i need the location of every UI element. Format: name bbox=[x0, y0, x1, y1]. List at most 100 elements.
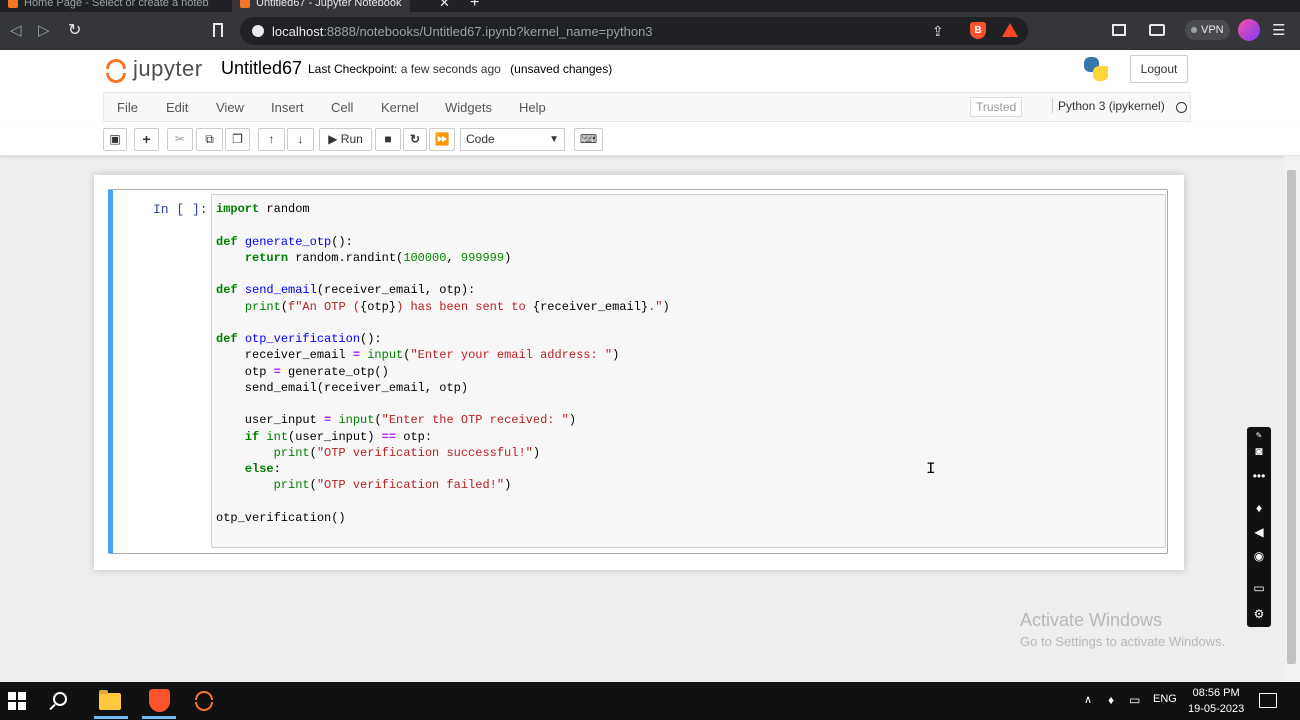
webcam-icon[interactable]: ◉ bbox=[1251, 549, 1267, 563]
brave-shields-icon[interactable]: B bbox=[970, 22, 986, 39]
cell-type-select[interactable]: Code ▼ bbox=[460, 128, 565, 151]
search-icon[interactable] bbox=[53, 692, 67, 706]
jupyter-taskbar-icon[interactable] bbox=[193, 689, 215, 713]
logout-button[interactable]: Logout bbox=[1130, 55, 1188, 83]
jupyter-logo-text[interactable]: jupyter bbox=[133, 56, 203, 82]
speaker-icon[interactable]: ◀ bbox=[1251, 525, 1267, 539]
active-app-indicator bbox=[94, 716, 128, 719]
menu-insert[interactable]: Insert bbox=[271, 100, 304, 115]
menu-edit[interactable]: Edit bbox=[166, 100, 188, 115]
vpn-label: VPN bbox=[1201, 24, 1224, 36]
camera-icon[interactable]: ◙ bbox=[1251, 444, 1267, 458]
menu-file[interactable]: File bbox=[117, 100, 138, 115]
site-info-icon[interactable] bbox=[252, 25, 264, 37]
code-line: send_email(receiver_email, otp) bbox=[216, 380, 469, 395]
trusted-indicator[interactable]: Trusted bbox=[970, 97, 1023, 117]
code-line: print("OTP verification failed!") bbox=[273, 478, 512, 493]
browser-toolbar: ◁ ▷ ↻ localhost:8888/notebooks/Untitled6… bbox=[0, 12, 1300, 50]
code-line: user_input = input("Enter the OTP receiv… bbox=[216, 413, 577, 428]
microphone-tray-icon[interactable]: ♦ bbox=[1108, 693, 1114, 707]
reload-icon[interactable]: ↻ bbox=[68, 22, 81, 40]
activate-windows-watermark: Activate Windows Go to Settings to activ… bbox=[1020, 610, 1225, 649]
brave-rewards-icon[interactable] bbox=[1002, 23, 1018, 37]
address-bar[interactable]: localhost:8888/notebooks/Untitled67.ipyn… bbox=[240, 17, 1028, 45]
language-indicator[interactable]: ENG bbox=[1153, 693, 1177, 705]
move-down-icon[interactable]: ↓ bbox=[287, 128, 314, 151]
add-icon[interactable]: + bbox=[134, 128, 159, 151]
notification-icon[interactable] bbox=[1259, 693, 1277, 708]
screen-recorder-toolbar: ✎ ◙ ••• ♦ ◀ ◉ ▭ ⚙ bbox=[1247, 427, 1271, 627]
jupyter-logo-icon[interactable] bbox=[104, 56, 128, 86]
menu-view[interactable]: View bbox=[216, 100, 244, 115]
clock[interactable]: 08:56 PM 19-05-2023 bbox=[1188, 685, 1244, 717]
menu-bar: File Edit View Insert Cell Kernel Widget… bbox=[0, 92, 1300, 122]
jupyter-favicon-icon bbox=[240, 0, 250, 8]
page-scrollbar[interactable] bbox=[1284, 156, 1300, 682]
browser-tab-notebook[interactable]: Untitled67 - Jupyter Notebook bbox=[232, 0, 410, 12]
run-button[interactable]: ▶ Run bbox=[319, 128, 372, 151]
notebook-title[interactable]: Untitled67 bbox=[221, 58, 302, 79]
settings-gear-icon[interactable]: ⚙ bbox=[1251, 607, 1267, 621]
brave-browser-icon[interactable] bbox=[149, 689, 170, 712]
kernel-name[interactable]: Python 3 (ipykernel) bbox=[1052, 99, 1165, 113]
profile-icon[interactable] bbox=[1238, 19, 1260, 41]
code-line: print(f"An OTP ({otp}) has been sent to … bbox=[244, 299, 670, 314]
back-arrow-icon[interactable]: ◁ bbox=[10, 22, 22, 40]
battery-icon[interactable]: ▭ bbox=[1129, 693, 1140, 707]
code-editor[interactable]: import random def generate_otp(): return… bbox=[211, 194, 1166, 548]
menu-help[interactable]: Help bbox=[519, 100, 546, 115]
chevron-up-icon[interactable]: ∧ bbox=[1084, 693, 1092, 706]
notebook-toolbar: ▣ + ✂ ⧉ ❐ ↑ ↓ ▶ Run ■ ↻ ⏩ Code ▼ ⌨ bbox=[0, 122, 1300, 156]
forward-arrow-icon[interactable]: ▷ bbox=[38, 22, 50, 40]
menu-widgets[interactable]: Widgets bbox=[445, 100, 492, 115]
restart-icon[interactable]: ↻ bbox=[403, 128, 427, 151]
watermark-title: Activate Windows bbox=[1020, 610, 1163, 630]
windows-start-icon[interactable] bbox=[8, 692, 26, 710]
pen-icon[interactable]: ✎ bbox=[1251, 429, 1267, 443]
code-cell[interactable]: In [ ]: import random def generate_otp()… bbox=[108, 189, 1168, 554]
more-icon[interactable]: ••• bbox=[1251, 469, 1267, 483]
code-line: receiver_email = input("Enter your email… bbox=[216, 348, 620, 363]
code-line: if int(user_input) == otp: bbox=[244, 429, 433, 444]
file-explorer-icon[interactable] bbox=[99, 690, 121, 710]
microphone-icon[interactable]: ♦ bbox=[1251, 501, 1267, 515]
kernel-status-icon bbox=[1176, 102, 1187, 113]
browser-tab-home[interactable]: Home Page - Select or create a noteb bbox=[8, 0, 209, 12]
chevron-down-icon: ▼ bbox=[549, 134, 559, 145]
scrollbar-thumb[interactable] bbox=[1287, 170, 1296, 664]
bookmark-icon[interactable] bbox=[213, 23, 223, 37]
menu-cell[interactable]: Cell bbox=[331, 100, 353, 115]
keyboard-icon[interactable]: ⌨ bbox=[574, 128, 603, 151]
cut-icon[interactable]: ✂ bbox=[167, 128, 193, 151]
save-icon[interactable]: ▣ bbox=[103, 128, 127, 151]
active-app-indicator bbox=[142, 716, 176, 719]
cell-prompt: In [ ]: bbox=[153, 202, 208, 217]
tab-label: Home Page - Select or create a noteb bbox=[24, 0, 209, 9]
checkpoint-time: a few seconds ago bbox=[400, 62, 501, 76]
code-line: return random.randint(100000, 999999) bbox=[244, 250, 512, 265]
paste-icon[interactable]: ❐ bbox=[225, 128, 250, 151]
stop-icon[interactable]: ■ bbox=[375, 128, 401, 151]
vpn-status-icon bbox=[1191, 27, 1197, 34]
menu-icon[interactable]: ☰ bbox=[1272, 21, 1285, 39]
jupyter-favicon-icon bbox=[8, 0, 18, 8]
copy-icon[interactable]: ⧉ bbox=[196, 128, 223, 151]
code-line: def otp_verification(): bbox=[216, 332, 382, 346]
wallet-icon[interactable] bbox=[1149, 24, 1165, 36]
screen-icon[interactable]: ▭ bbox=[1251, 581, 1267, 595]
clock-time: 08:56 PM bbox=[1192, 687, 1240, 699]
checkpoint-label: Last Checkpoint: bbox=[308, 62, 398, 76]
close-tab-icon[interactable]: ✕ bbox=[439, 0, 450, 11]
sidebar-icon[interactable] bbox=[1112, 24, 1126, 36]
share-icon[interactable]: ⇪ bbox=[932, 23, 944, 40]
code-line: import random bbox=[216, 202, 310, 216]
move-up-icon[interactable]: ↑ bbox=[258, 128, 285, 151]
code-line: def generate_otp(): bbox=[216, 234, 353, 249]
code-line: else: bbox=[244, 462, 281, 476]
menu-kernel[interactable]: Kernel bbox=[381, 100, 419, 115]
run-label: Run bbox=[340, 132, 363, 146]
browser-tab-strip: Home Page - Select or create a noteb Unt… bbox=[0, 0, 1300, 12]
fast-forward-icon[interactable]: ⏩ bbox=[429, 128, 455, 151]
new-tab-icon[interactable]: + bbox=[470, 0, 479, 12]
vpn-button[interactable]: VPN bbox=[1185, 20, 1230, 40]
